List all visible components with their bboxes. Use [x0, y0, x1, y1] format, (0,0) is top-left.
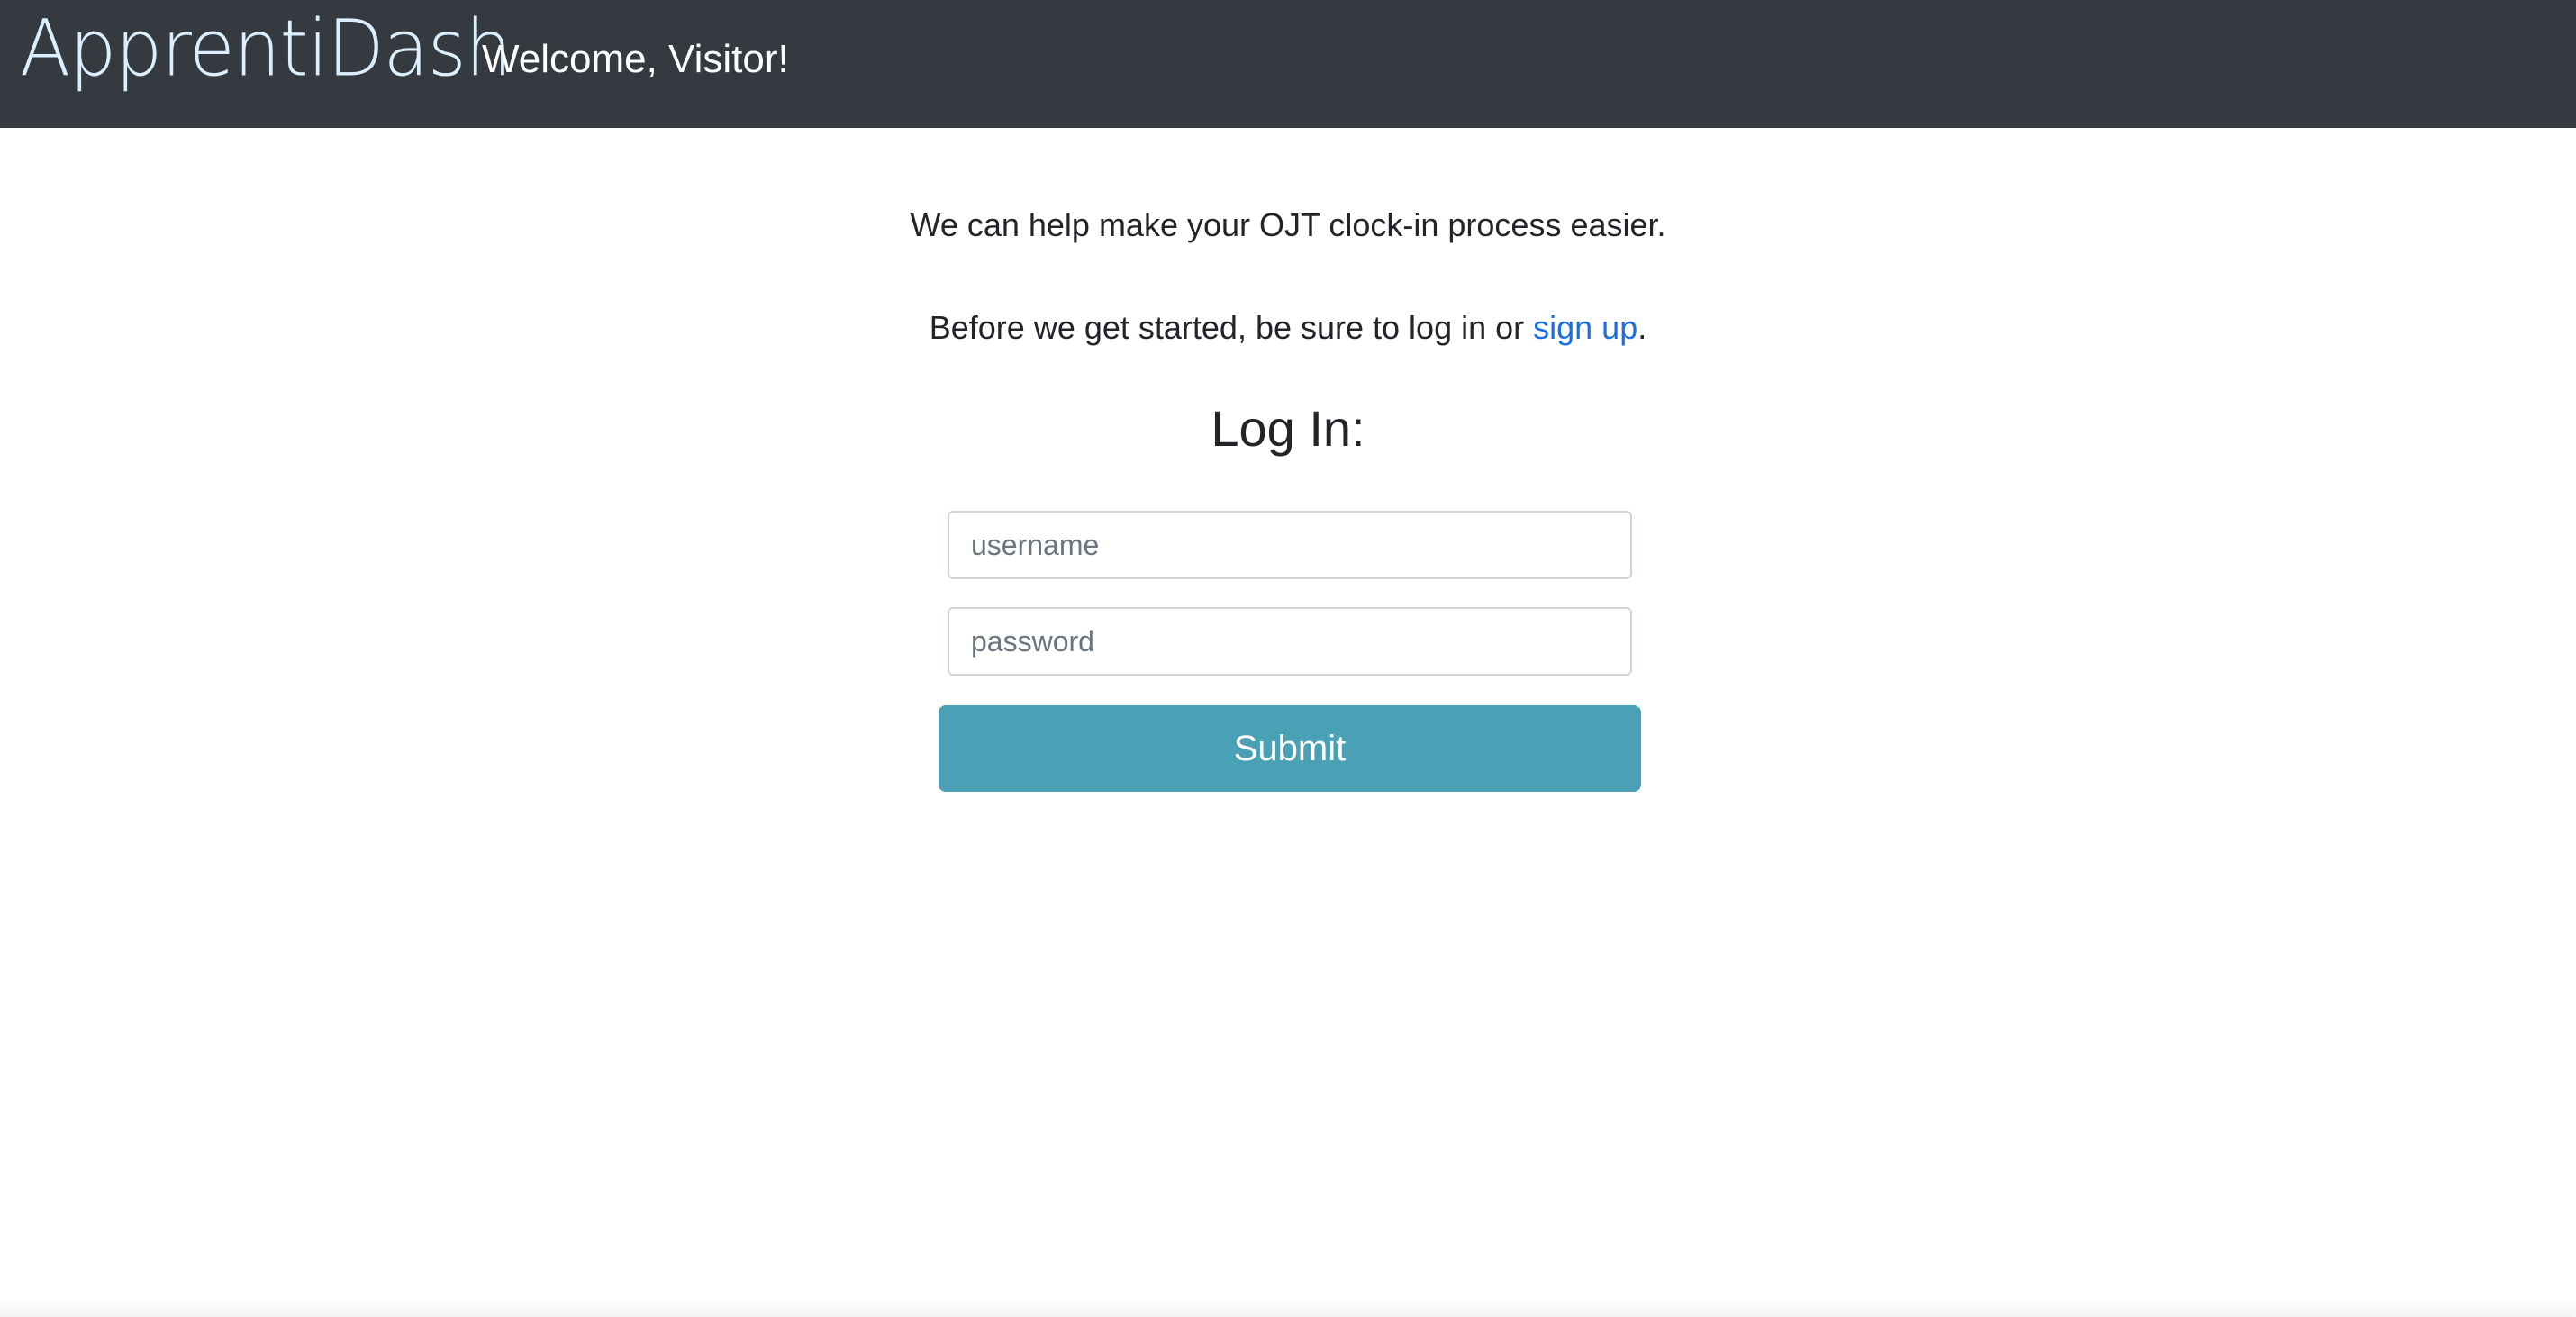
signup-prompt: Before we get started, be sure to log in… — [0, 312, 2576, 344]
page-bottom-edge — [0, 1297, 2576, 1317]
signup-prompt-suffix: . — [1637, 309, 1647, 346]
signup-link[interactable]: sign up — [1533, 309, 1637, 346]
submit-button[interactable]: Submit — [939, 705, 1641, 792]
signup-prompt-prefix: Before we get started, be sure to log in… — [929, 309, 1534, 346]
intro-text: We can help make your OJT clock-in proce… — [910, 206, 1666, 243]
login-heading: Log In: — [1211, 400, 1365, 457]
navbar: ApprentiDash Welcome, Visitor! — [0, 0, 2576, 128]
username-input[interactable] — [948, 511, 1632, 579]
password-input[interactable] — [948, 607, 1632, 676]
brand-logo[interactable]: ApprentiDash — [20, 10, 512, 88]
welcome-message: Welcome, Visitor! — [482, 37, 789, 81]
